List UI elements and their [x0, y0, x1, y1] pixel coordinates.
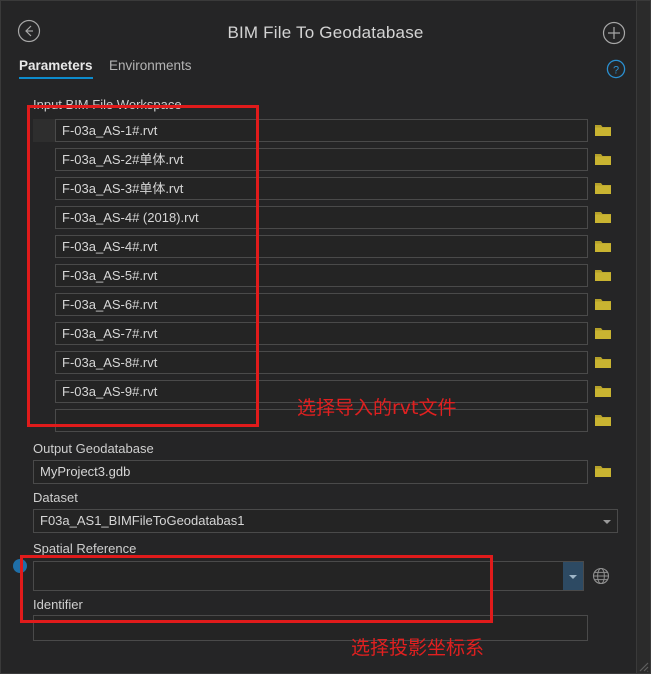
- folder-icon[interactable]: [588, 181, 618, 196]
- file-row: F-03a_AS-4#.rvt: [33, 232, 618, 261]
- file-path-input[interactable]: F-03a_AS-7#.rvt: [55, 322, 588, 345]
- label-output-geodatabase: Output Geodatabase: [33, 441, 154, 456]
- folder-icon[interactable]: [588, 384, 618, 399]
- folder-icon[interactable]: [588, 297, 618, 312]
- row-drag-handle[interactable]: [33, 351, 55, 374]
- folder-icon[interactable]: [588, 152, 618, 167]
- label-identifier: Identifier: [33, 597, 83, 612]
- file-row-empty: [33, 406, 618, 435]
- spatial-reference-value: [34, 562, 563, 590]
- vertical-scrollbar[interactable]: [636, 1, 650, 673]
- folder-icon[interactable]: [588, 239, 618, 254]
- file-path-input[interactable]: F-03a_AS-6#.rvt: [55, 293, 588, 316]
- file-row: F-03a_AS-5#.rvt: [33, 261, 618, 290]
- file-path-input[interactable]: F-03a_AS-3#单体.rvt: [55, 177, 588, 200]
- row-drag-handle[interactable]: [33, 148, 55, 171]
- row-drag-handle[interactable]: [33, 293, 55, 316]
- file-row: F-03a_AS-3#单体.rvt: [33, 174, 618, 203]
- input-file-list: F-03a_AS-1#.rvt F-03a_AS-2#单体.rvt F-03a_…: [33, 116, 618, 435]
- globe-icon[interactable]: [584, 566, 618, 586]
- output-geodatabase-input[interactable]: MyProject3.gdb: [33, 459, 588, 484]
- label-input-bim-file-workspace: Input BIM File Workspace: [33, 97, 182, 112]
- file-path-input[interactable]: F-03a_AS-4# (2018).rvt: [55, 206, 588, 229]
- file-row: F-03a_AS-9#.rvt: [33, 377, 618, 406]
- file-row: F-03a_AS-4# (2018).rvt: [33, 203, 618, 232]
- dataset-row: F03a_AS1_BIMFileToGeodatabas1: [33, 508, 618, 533]
- label-dataset: Dataset: [33, 490, 78, 505]
- file-row: F-03a_AS-1#.rvt: [33, 116, 618, 145]
- folder-icon[interactable]: [588, 355, 618, 370]
- spatial-reference-indicator: [13, 559, 27, 573]
- plus-circle-icon[interactable]: [602, 21, 626, 45]
- output-geodatabase-row: MyProject3.gdb: [33, 459, 618, 484]
- row-drag-handle[interactable]: [33, 119, 55, 142]
- folder-icon[interactable]: [588, 123, 618, 138]
- file-row: F-03a_AS-2#单体.rvt: [33, 145, 618, 174]
- file-row: F-03a_AS-7#.rvt: [33, 319, 618, 348]
- dataset-value: F03a_AS1_BIMFileToGeodatabas1: [40, 512, 245, 528]
- svg-text:?: ?: [613, 64, 619, 76]
- tabbar: Parameters Environments ?: [1, 57, 650, 87]
- identifier-input[interactable]: [33, 615, 588, 641]
- resize-grip-icon[interactable]: [637, 660, 649, 672]
- row-drag-handle[interactable]: [33, 380, 55, 403]
- label-spatial-reference: Spatial Reference: [33, 541, 137, 556]
- file-row: F-03a_AS-6#.rvt: [33, 290, 618, 319]
- row-drag-handle[interactable]: [33, 264, 55, 287]
- spatial-reference-row: [33, 559, 618, 593]
- chevron-down-icon: [603, 519, 611, 524]
- file-path-input[interactable]: F-03a_AS-8#.rvt: [55, 351, 588, 374]
- dataset-combobox[interactable]: F03a_AS1_BIMFileToGeodatabas1: [33, 508, 618, 533]
- spatial-reference-combobox[interactable]: [33, 561, 584, 591]
- tab-environments[interactable]: Environments: [109, 58, 192, 77]
- row-drag-handle[interactable]: [33, 409, 55, 432]
- page-title: BIM File To Geodatabase: [227, 23, 424, 42]
- help-circle-icon[interactable]: ?: [606, 59, 626, 79]
- titlebar: BIM File To Geodatabase: [1, 1, 650, 57]
- tool-pane: BIM File To Geodatabase Parameters Envir…: [0, 0, 651, 674]
- file-path-input[interactable]: F-03a_AS-4#.rvt: [55, 235, 588, 258]
- file-path-input[interactable]: [55, 409, 588, 432]
- folder-icon[interactable]: [588, 268, 618, 283]
- folder-icon[interactable]: [588, 464, 618, 479]
- folder-icon[interactable]: [588, 326, 618, 341]
- file-path-input[interactable]: F-03a_AS-9#.rvt: [55, 380, 588, 403]
- chevron-down-icon[interactable]: [563, 562, 583, 590]
- row-drag-handle[interactable]: [33, 235, 55, 258]
- file-path-input[interactable]: F-03a_AS-5#.rvt: [55, 264, 588, 287]
- folder-icon[interactable]: [588, 210, 618, 225]
- file-row: F-03a_AS-8#.rvt: [33, 348, 618, 377]
- folder-icon[interactable]: [588, 413, 618, 428]
- row-drag-handle[interactable]: [33, 206, 55, 229]
- parameters-panel: Input BIM File Workspace F-03a_AS-1#.rvt…: [1, 93, 636, 673]
- file-path-input[interactable]: F-03a_AS-2#单体.rvt: [55, 148, 588, 171]
- tab-parameters[interactable]: Parameters: [19, 58, 93, 79]
- row-drag-handle[interactable]: [33, 322, 55, 345]
- row-drag-handle[interactable]: [33, 177, 55, 200]
- file-path-input[interactable]: F-03a_AS-1#.rvt: [55, 119, 588, 142]
